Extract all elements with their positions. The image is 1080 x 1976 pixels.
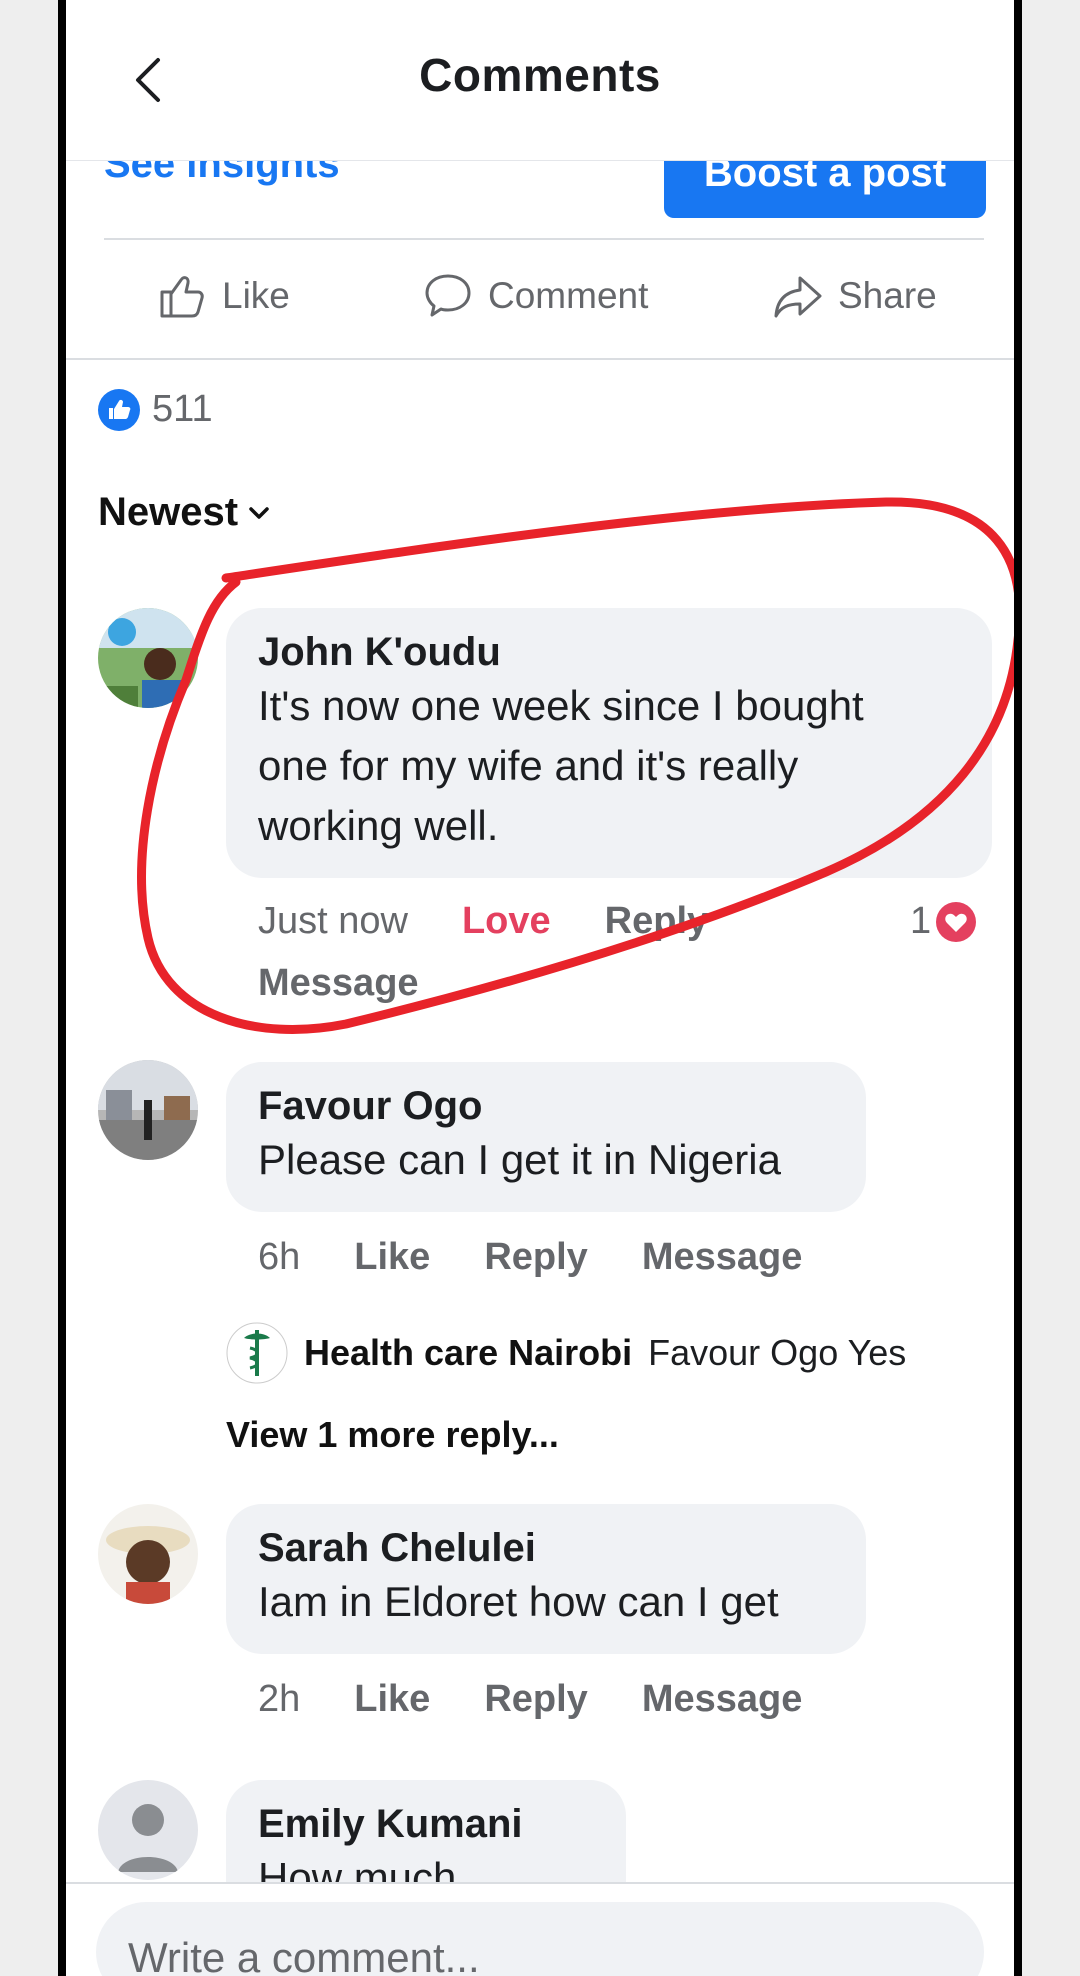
comment-meta: Just now Love Reply [258, 900, 708, 943]
post-actions-bar: Like Comment Share [66, 270, 1014, 334]
reply-button[interactable]: Reply [605, 900, 708, 943]
top-bar: Comments [66, 0, 1014, 161]
comment-time: 2h [258, 1678, 301, 1720]
comment-text-line: Please can I get it in Nigeria [258, 1136, 781, 1183]
phone-screen: See insights Boost a post Comments Like … [58, 0, 1022, 1976]
comment-reaction-count[interactable]: 1 [910, 900, 977, 943]
like-action-label: Like [222, 275, 290, 316]
chevron-down-icon [249, 506, 269, 519]
reaction-summary[interactable]: 511 [98, 388, 213, 431]
page-title: Comments [419, 49, 661, 101]
share-arrow-icon [774, 276, 822, 318]
comment-bubble: Sarah Chelulei Iam in Eldoret how can I … [226, 1504, 866, 1654]
comment-meta: 6h Like Reply Message [258, 1236, 802, 1279]
message-button[interactable]: Message [258, 962, 419, 1005]
reply-button[interactable]: Reply [484, 1678, 587, 1721]
like-button[interactable]: Like [354, 1236, 430, 1279]
comment-meta: Message [258, 962, 419, 1005]
write-comment-input[interactable]: Write a comment... [96, 1902, 984, 1976]
avatar [226, 1322, 288, 1384]
comment-author[interactable]: Emily Kumani [258, 1800, 594, 1848]
heart-reaction-icon [936, 901, 977, 942]
reply-text: Favour Ogo Yes [648, 1332, 907, 1373]
comment-author[interactable]: John K'oudu [258, 628, 960, 676]
comment-time: 6h [258, 1236, 301, 1278]
view-more-replies-link[interactable]: View 1 more reply... [226, 1414, 559, 1456]
avatar[interactable] [98, 608, 198, 708]
comment-text-line: Iam in Eldoret how can I get [258, 1578, 779, 1625]
comment-text: It's now one week since I bought one for… [258, 676, 960, 856]
reaction-count: 511 [152, 388, 213, 430]
comment-author[interactable]: Sarah Chelulei [258, 1524, 834, 1572]
comment-author[interactable]: Favour Ogo [258, 1082, 834, 1130]
comment-text-line: working well. [258, 802, 499, 849]
like-reaction-icon [98, 388, 140, 431]
comment-bubble: Favour Ogo Please can I get it in Nigeri… [226, 1062, 866, 1212]
comment-action-label: Comment [488, 275, 649, 316]
reply-preview[interactable]: Health care Nairobi Favour Ogo Yes [226, 1322, 906, 1384]
share-action-label: Share [838, 275, 937, 316]
reaction-count-value: 1 [910, 900, 932, 942]
message-button[interactable]: Message [642, 1236, 803, 1279]
avatar[interactable] [98, 1060, 198, 1160]
reply-button[interactable]: Reply [484, 1236, 587, 1279]
comment-time: Just now [258, 900, 408, 942]
divider [66, 358, 1014, 360]
comment-text-line: one for my wife and it's really [258, 742, 799, 789]
speech-bubble-icon [425, 274, 471, 317]
comment-meta: 2h Like Reply Message [258, 1678, 802, 1721]
comment-text-line: It's now one week since I bought [258, 682, 864, 729]
like-action-button[interactable]: Like [156, 270, 290, 322]
reply-author[interactable]: Health care Nairobi [304, 1332, 632, 1374]
sort-label: Newest [98, 490, 239, 534]
sort-dropdown[interactable]: Newest [98, 490, 272, 535]
comment-composer-bar: Write a comment... [66, 1882, 1014, 1976]
like-button[interactable]: Like [354, 1678, 430, 1721]
comment-bubble: John K'oudu It's now one week since I bo… [226, 608, 992, 878]
message-button[interactable]: Message [642, 1678, 803, 1721]
divider [104, 238, 984, 240]
thumbs-up-icon [160, 276, 204, 318]
comment-action-button[interactable]: Comment [422, 270, 648, 322]
default-avatar-icon[interactable] [98, 1780, 198, 1880]
love-button[interactable]: Love [462, 900, 551, 943]
share-action-button[interactable]: Share [772, 270, 937, 322]
avatar[interactable] [98, 1504, 198, 1604]
